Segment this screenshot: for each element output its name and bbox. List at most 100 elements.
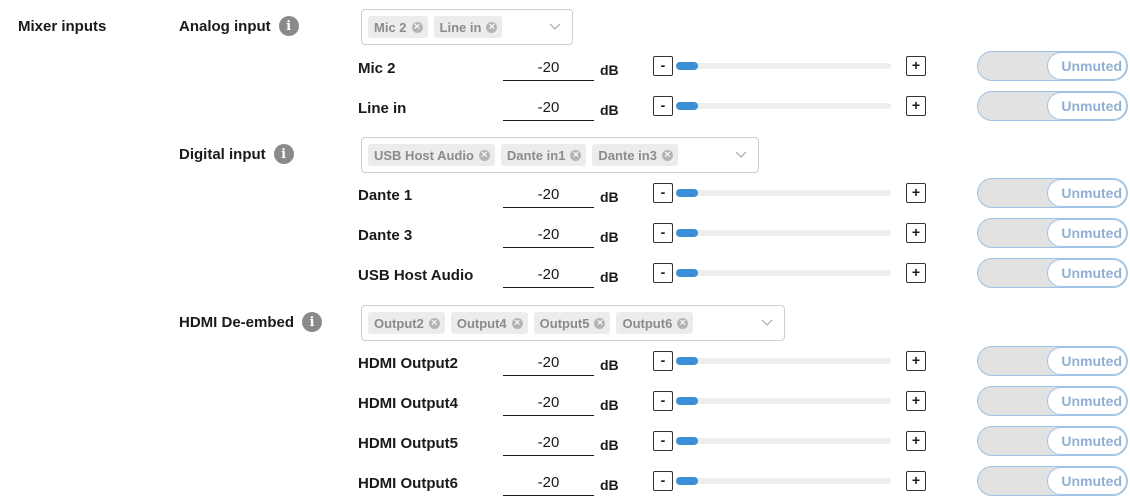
mute-toggle[interactable]: Unmuted: [977, 218, 1128, 248]
gain-unit: dB: [600, 477, 619, 493]
mute-toggle[interactable]: Unmuted: [977, 178, 1128, 208]
close-circle-icon[interactable]: ×: [594, 317, 606, 329]
channel-name: HDMI Output5: [358, 435, 458, 452]
mute-state-label: Unmuted: [1061, 98, 1122, 114]
selected-tag: USB Host Audio ×: [368, 144, 495, 166]
gain-slider[interactable]: [676, 477, 891, 485]
selected-tag: Mic 2 ×: [368, 16, 428, 38]
selected-tag: Dante in1 ×: [500, 144, 587, 166]
info-icon[interactable]: i: [278, 16, 299, 36]
chevron-down-icon[interactable]: [546, 23, 564, 31]
decrement-button[interactable]: -: [653, 56, 673, 76]
close-circle-icon[interactable]: ×: [677, 317, 689, 329]
group-label-hdmi-de-embed: HDMI De-embed i: [179, 309, 323, 335]
mute-toggle[interactable]: Unmuted: [977, 466, 1128, 496]
channel-name: Dante 3: [358, 227, 413, 244]
increment-button[interactable]: +: [906, 431, 926, 451]
decrement-button[interactable]: -: [653, 223, 673, 243]
gain-input[interactable]: -20: [503, 390, 594, 416]
channel-row: Dante 1 -20 dB - + Unmuted: [0, 178, 1130, 212]
gain-slider[interactable]: [676, 229, 891, 237]
mute-toggle[interactable]: Unmuted: [977, 258, 1128, 288]
channel-row: HDMI Output5 -20 dB - + Unmuted: [0, 426, 1130, 460]
group-label-analog-input: Analog input i: [179, 13, 299, 39]
close-circle-icon[interactable]: ×: [661, 149, 673, 161]
channel-name: USB Host Audio: [358, 267, 474, 284]
close-circle-icon[interactable]: ×: [511, 317, 523, 329]
gain-slider[interactable]: [676, 189, 891, 197]
slider-fill: [676, 397, 698, 405]
gain-slider[interactable]: [676, 357, 891, 365]
gain-input[interactable]: -20: [503, 222, 594, 248]
close-circle-icon[interactable]: ×: [428, 317, 440, 329]
gain-slider[interactable]: [676, 62, 891, 70]
decrement-button[interactable]: -: [653, 183, 673, 203]
channel-row: Mic 2 -20 dB - + Unmuted: [0, 51, 1130, 85]
analog-input-select[interactable]: Mic 2 × Line in ×: [361, 9, 573, 45]
decrement-button[interactable]: -: [653, 351, 673, 371]
decrement-button[interactable]: -: [653, 263, 673, 283]
mute-toggle[interactable]: Unmuted: [977, 346, 1128, 376]
mute-toggle[interactable]: Unmuted: [977, 91, 1128, 121]
increment-button[interactable]: +: [906, 96, 926, 116]
gain-slider[interactable]: [676, 102, 891, 110]
mute-state-label: Unmuted: [1061, 353, 1122, 369]
slider-fill: [676, 269, 698, 277]
increment-button[interactable]: +: [906, 351, 926, 371]
selected-tag: Output6 ×: [616, 312, 694, 334]
info-icon[interactable]: i: [302, 312, 323, 332]
close-circle-icon[interactable]: ×: [478, 149, 490, 161]
digital-input-select[interactable]: USB Host Audio × Dante in1 × Dante in3 ×: [361, 137, 759, 173]
mute-state-label: Unmuted: [1061, 393, 1122, 409]
channel-row: Dante 3 -20 dB - + Unmuted: [0, 218, 1130, 252]
channel-name: Line in: [358, 100, 407, 117]
mute-state-label: Unmuted: [1061, 473, 1122, 489]
close-circle-icon[interactable]: ×: [486, 21, 498, 33]
section-title: Mixer inputs: [18, 18, 107, 35]
gain-slider[interactable]: [676, 397, 891, 405]
decrement-button[interactable]: -: [653, 96, 673, 116]
mute-toggle[interactable]: Unmuted: [977, 386, 1128, 416]
mute-toggle[interactable]: Unmuted: [977, 426, 1128, 456]
channel-name: Dante 1: [358, 187, 413, 204]
gain-input[interactable]: -20: [503, 95, 594, 121]
gain-input[interactable]: -20: [503, 470, 594, 496]
gain-slider[interactable]: [676, 269, 891, 277]
close-circle-icon[interactable]: ×: [570, 149, 582, 161]
decrement-button[interactable]: -: [653, 431, 673, 451]
gain-input[interactable]: -20: [503, 55, 594, 81]
increment-button[interactable]: +: [906, 223, 926, 243]
increment-button[interactable]: +: [906, 56, 926, 76]
channel-name: HDMI Output2: [358, 355, 458, 372]
increment-button[interactable]: +: [906, 183, 926, 203]
gain-input[interactable]: -20: [503, 262, 594, 288]
slider-fill: [676, 437, 698, 445]
close-circle-icon[interactable]: ×: [411, 21, 423, 33]
group-title: HDMI De-embed: [179, 313, 295, 331]
increment-button[interactable]: +: [906, 391, 926, 411]
mute-toggle[interactable]: Unmuted: [977, 51, 1128, 81]
gain-input[interactable]: -20: [503, 430, 594, 456]
gain-input[interactable]: -20: [503, 350, 594, 376]
group-label-digital-input: Digital input i: [179, 141, 294, 167]
decrement-button[interactable]: -: [653, 391, 673, 411]
gain-input[interactable]: -20: [503, 182, 594, 208]
channel-row: USB Host Audio -20 dB - + Unmuted: [0, 258, 1130, 292]
hdmi-de-embed-select[interactable]: Output2 × Output4 × Output5 × Output6 ×: [361, 305, 785, 341]
info-icon[interactable]: i: [273, 144, 294, 164]
gain-slider[interactable]: [676, 437, 891, 445]
selected-tag: Dante in3 ×: [592, 144, 678, 166]
selected-tag: Output2 ×: [368, 312, 445, 334]
decrement-button[interactable]: -: [653, 471, 673, 491]
chevron-down-icon[interactable]: [732, 151, 750, 159]
mute-state-label: Unmuted: [1061, 58, 1122, 74]
slider-fill: [676, 477, 698, 485]
chevron-down-icon[interactable]: [758, 319, 776, 327]
group-title: Analog input: [179, 17, 271, 35]
gain-unit: dB: [600, 437, 619, 453]
increment-button[interactable]: +: [906, 263, 926, 283]
increment-button[interactable]: +: [906, 471, 926, 491]
slider-fill: [676, 357, 698, 365]
selected-tag: Line in ×: [433, 16, 503, 38]
gain-unit: dB: [600, 102, 619, 118]
